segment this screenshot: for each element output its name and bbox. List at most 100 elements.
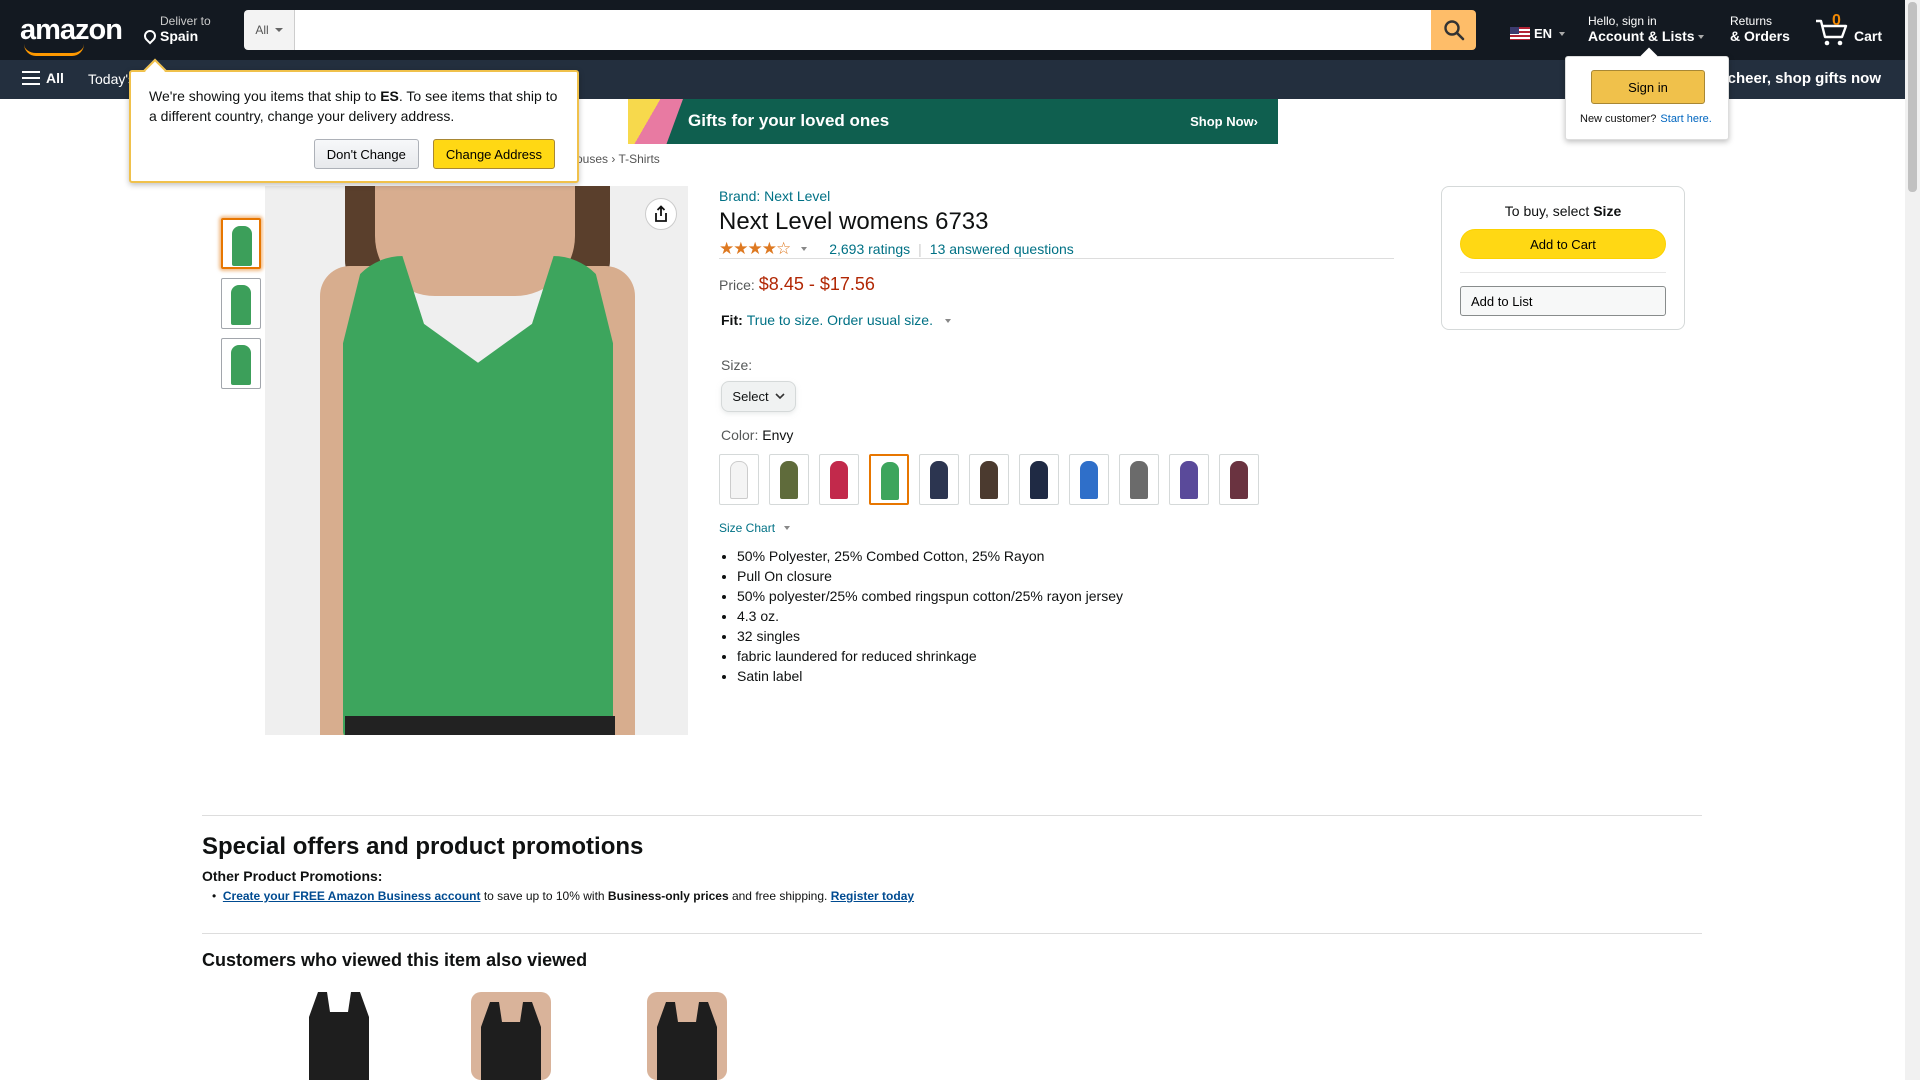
deliver-to[interactable]: Deliver to Spain xyxy=(141,14,211,45)
buy-box: To buy, select Size Add to Cart Add to L… xyxy=(1441,186,1685,330)
buybox-divider xyxy=(1460,272,1666,273)
language-selector[interactable]: EN xyxy=(1510,26,1566,41)
orders-label: & Orders xyxy=(1730,28,1790,44)
scrollbar-thumb[interactable] xyxy=(1908,2,1917,192)
swatch-image xyxy=(1230,461,1248,499)
search-category-label: All xyxy=(255,23,269,37)
page-scrollbar[interactable] xyxy=(1905,0,1920,1080)
new-customer-text: New customer? xyxy=(1580,113,1657,125)
swatch-image xyxy=(1030,461,1048,499)
new-customer-line: New customer? Start here. xyxy=(1580,113,1712,125)
size-chart-link[interactable]: Size Chart xyxy=(719,521,791,535)
register-today-link[interactable]: Register today xyxy=(831,889,914,903)
change-address-button[interactable]: Change Address xyxy=(432,139,555,169)
color-swatch[interactable] xyxy=(1069,454,1109,505)
also-viewed-item[interactable] xyxy=(294,992,384,1080)
banner-cta[interactable]: Shop Now› xyxy=(1190,114,1258,129)
account-label: Account & Lists xyxy=(1588,28,1695,44)
search-button[interactable] xyxy=(1431,10,1476,50)
star-rating-icon[interactable]: ★★★★☆ xyxy=(719,239,791,259)
feature-bullet: 32 singles xyxy=(737,626,1123,646)
special-offers-heading: Special offers and product promotions xyxy=(202,833,644,860)
us-flag-icon xyxy=(1510,27,1530,40)
size-dropdown[interactable]: Select xyxy=(721,381,796,412)
feature-bullet: fabric laundered for reduced shrinkage xyxy=(737,646,1123,666)
color-swatch[interactable] xyxy=(819,454,859,505)
feature-bullet: Pull On closure xyxy=(737,566,1123,586)
banner-decoration xyxy=(628,99,683,144)
business-account-link[interactable]: Create your FREE Amazon Business account xyxy=(223,889,481,903)
add-to-cart-button[interactable]: Add to Cart xyxy=(1460,229,1666,259)
all-menu-label: All xyxy=(46,70,64,86)
thumbnail-3[interactable] xyxy=(221,338,261,389)
feature-bullet: 4.3 oz. xyxy=(737,606,1123,626)
gift-banner[interactable]: Gifts for your loved ones Shop Now› xyxy=(628,99,1278,144)
color-swatch[interactable] xyxy=(1169,454,1209,505)
feature-bullets: 50% Polyester, 25% Combed Cotton, 25% Ra… xyxy=(737,546,1123,686)
thumbnail-1[interactable] xyxy=(221,218,261,269)
image-bottom xyxy=(345,716,615,735)
price-range: $8.45 - $17.56 xyxy=(758,274,875,294)
account-lists[interactable]: Hello, sign in Account & Lists xyxy=(1588,14,1704,44)
search-category-dropdown[interactable]: All xyxy=(244,10,295,50)
color-label: Color: Envy xyxy=(721,427,793,443)
deliver-small: Deliver to xyxy=(160,14,211,28)
add-to-list-button[interactable]: Add to List xyxy=(1460,286,1666,316)
returns-label: Returns xyxy=(1730,14,1773,28)
caret-down-icon xyxy=(1559,31,1566,36)
swatch-image xyxy=(980,461,998,499)
promotion-item: • Create your FREE Amazon Business accou… xyxy=(212,889,914,903)
search-input[interactable] xyxy=(295,10,1431,50)
swatch-image xyxy=(780,461,798,499)
color-swatch[interactable] xyxy=(1219,454,1259,505)
color-label-text: Color: xyxy=(721,427,763,443)
nav-todays-deals[interactable]: Today's xyxy=(88,71,135,87)
buybox-hint: To buy, select Size xyxy=(1442,203,1684,219)
logo-text: amazon xyxy=(20,14,123,46)
also-viewed-item[interactable] xyxy=(466,992,556,1080)
start-here-link[interactable]: Start here. xyxy=(1660,113,1711,125)
returns-orders[interactable]: Returns & Orders xyxy=(1730,14,1790,44)
all-menu-button[interactable]: All xyxy=(22,70,64,86)
ratings-count-link[interactable]: 2,693 ratings xyxy=(829,241,910,257)
color-swatch[interactable] xyxy=(1119,454,1159,505)
swatch-image xyxy=(930,461,948,499)
answered-questions-link[interactable]: 13 answered questions xyxy=(930,241,1074,257)
fit-info[interactable]: Fit: True to size. Order usual size. xyxy=(721,312,951,328)
feature-bullet: 50% Polyester, 25% Combed Cotton, 25% Ra… xyxy=(737,546,1123,566)
promo-text: and free shipping. xyxy=(728,889,831,903)
color-swatch[interactable] xyxy=(969,454,1009,505)
share-button[interactable] xyxy=(645,198,677,230)
dont-change-button[interactable]: Don't Change xyxy=(313,139,419,169)
search-bar: All xyxy=(244,10,1476,50)
also-viewed-image xyxy=(309,992,369,1080)
main-product-image[interactable] xyxy=(265,186,688,735)
fit-label: Fit: xyxy=(721,312,743,328)
sign-in-flyout: Sign in New customer? Start here. xyxy=(1565,56,1729,140)
thumbnail-2[interactable] xyxy=(221,278,261,329)
promo-text: to save up to 10% with xyxy=(480,889,608,903)
breadcrumb[interactable]: ouses › T-Shirts xyxy=(576,152,660,166)
also-viewed-item[interactable] xyxy=(642,992,732,1080)
other-promotions-label: Other Product Promotions: xyxy=(202,868,383,884)
cart-button[interactable]: 0 Cart xyxy=(1814,12,1894,48)
color-swatch[interactable] xyxy=(769,454,809,505)
also-viewed-heading: Customers who viewed this item also view… xyxy=(202,950,588,970)
color-swatch[interactable] xyxy=(719,454,759,505)
color-swatch[interactable] xyxy=(869,454,909,505)
amazon-logo[interactable]: amazon xyxy=(20,14,123,56)
price-label: Price: xyxy=(719,277,755,293)
chevron-down-icon[interactable] xyxy=(801,246,808,251)
chevron-down-icon xyxy=(784,526,791,530)
color-swatch[interactable] xyxy=(919,454,959,505)
separator: | xyxy=(918,240,922,257)
color-value: Envy xyxy=(762,427,794,443)
swatch-image xyxy=(730,461,748,499)
swatch-image xyxy=(1130,461,1148,499)
brand-link[interactable]: Brand: Next Level xyxy=(719,188,830,204)
sign-in-button[interactable]: Sign in xyxy=(1591,70,1705,104)
color-swatch[interactable] xyxy=(1019,454,1059,505)
buybox-hint-text: To buy, select xyxy=(1504,203,1594,219)
ship-country: ES xyxy=(380,88,399,104)
size-label: Size: xyxy=(721,357,753,373)
